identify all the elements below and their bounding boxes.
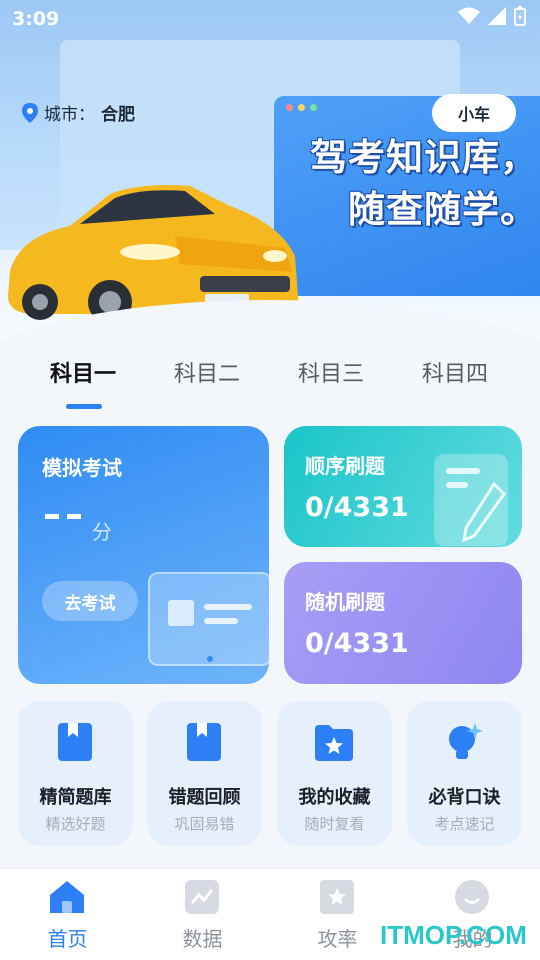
city-label: 城市： (44, 105, 95, 125)
home-icon (50, 881, 84, 913)
sequential-progress: 0/4331 (305, 492, 409, 523)
tool-sublabel: 精选好题 (45, 815, 106, 833)
score-unit: 分 (92, 520, 112, 544)
score-placeholder (45, 514, 81, 519)
tab-subject-4[interactable]: 科目四 (393, 350, 517, 410)
vehicle-type-button[interactable]: 小车 (432, 94, 516, 132)
watermark: ITMOP.COM (380, 920, 527, 950)
nav-label: 首页 (47, 927, 88, 951)
city-selector[interactable]: 城市： 合肥 (22, 100, 135, 125)
random-practice-card[interactable]: 随机刷题 0/4331 (284, 562, 522, 684)
status-bar: 3:09 (0, 0, 540, 36)
computer-screen-icon (148, 572, 269, 666)
tool-simplified-bank[interactable]: 精简题库 精选好题 (18, 701, 133, 846)
nav-label: 数据 (182, 927, 223, 951)
star-folder-icon (315, 725, 353, 761)
start-exam-button[interactable]: 去考试 (42, 581, 138, 621)
city-value: 合肥 (101, 105, 135, 125)
tab-subject-3[interactable]: 科目三 (269, 350, 393, 410)
location-pin-icon (22, 102, 38, 123)
tool-sublabel: 考点速记 (434, 815, 495, 833)
slogan: 驾考知识库， 随查随学。 (288, 132, 538, 236)
sequential-practice-card[interactable]: 顺序刷题 0/4331 (284, 426, 522, 547)
tool-sublabel: 随时复看 (304, 815, 365, 833)
nav-home[interactable]: 首页 (0, 869, 135, 960)
tab-subject-2[interactable]: 科目二 (145, 350, 269, 410)
tool-label: 错题回顾 (168, 787, 241, 808)
tool-my-favorites[interactable]: 我的收藏 随时复看 (277, 701, 392, 846)
hero-banner: 驾考知识库， 随查随学。 (0, 0, 540, 340)
bookmark-book-icon (187, 723, 221, 761)
wifi-icon (458, 7, 480, 24)
status-icons (458, 6, 526, 26)
tool-sublabel: 巩固易错 (174, 815, 235, 833)
slogan-line-2: 随查随学。 (348, 188, 538, 231)
slogan-line-1: 驾考知识库， (310, 136, 538, 179)
tool-wrong-review[interactable]: 错题回顾 巩固易错 (147, 701, 262, 846)
random-progress: 0/4331 (305, 628, 409, 659)
subject-tabs: 科目一 科目二 科目三 科目四 (0, 350, 540, 410)
tab-label: 科目三 (297, 362, 364, 387)
active-tab-indicator (66, 404, 102, 409)
tool-label: 我的收藏 (298, 787, 371, 808)
lightbulb-icon (449, 723, 483, 759)
chart-icon (185, 880, 219, 914)
mock-exam-title: 模拟考试 (42, 456, 122, 480)
profile-icon (455, 880, 489, 914)
tool-label: 必背口诀 (428, 787, 501, 808)
status-time: 3:09 (12, 8, 60, 30)
mock-exam-card[interactable]: 模拟考试 分 去考试 (18, 426, 269, 684)
tab-subject-1[interactable]: 科目一 (21, 350, 145, 410)
badge-icon (320, 880, 354, 914)
tab-label: 科目一 (49, 362, 116, 387)
nav-data[interactable]: 数据 (135, 869, 270, 960)
battery-icon (514, 6, 526, 26)
notebook-pencil-icon (434, 454, 508, 546)
random-title: 随机刷题 (305, 590, 385, 614)
tool-label: 精简题库 (39, 787, 112, 808)
tab-label: 科目四 (421, 362, 488, 387)
sequential-title: 顺序刷题 (305, 454, 385, 478)
book-icon (58, 723, 92, 761)
tab-label: 科目二 (173, 362, 240, 387)
signal-icon (488, 7, 506, 25)
tool-mnemonics[interactable]: 必背口诀 考点速记 (407, 701, 522, 846)
